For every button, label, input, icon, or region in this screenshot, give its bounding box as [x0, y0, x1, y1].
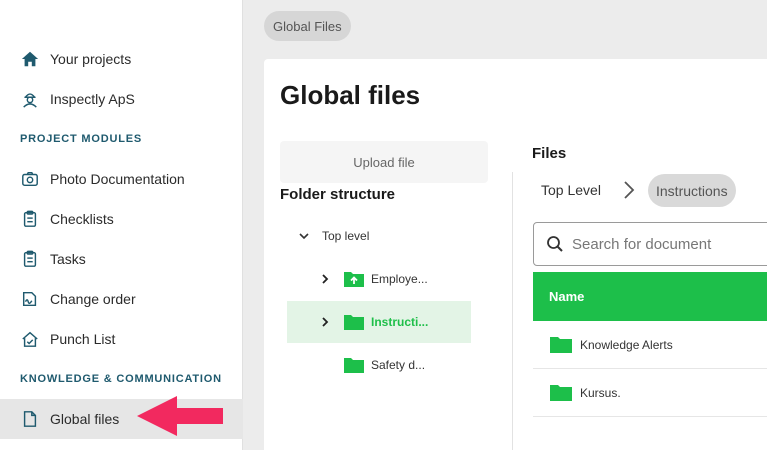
- files-breadcrumb-top-level[interactable]: Top Level: [541, 182, 601, 198]
- signature-icon: [20, 289, 40, 309]
- search-input[interactable]: [572, 235, 767, 253]
- tree-item-instructions[interactable]: Instructi...: [287, 301, 471, 343]
- pointer-arrow-icon: [137, 396, 223, 436]
- nav-label: Photo Documentation: [50, 171, 185, 187]
- nav-checklists[interactable]: Checklists: [0, 199, 243, 239]
- home-icon: [20, 49, 40, 69]
- table-header-name[interactable]: Name: [533, 272, 767, 321]
- nav-photo-documentation[interactable]: Photo Documentation: [0, 159, 243, 199]
- breadcrumb[interactable]: Global Files: [264, 11, 351, 41]
- file-name: Knowledge Alerts: [580, 337, 673, 352]
- files-breadcrumb-current[interactable]: Instructions: [648, 174, 736, 207]
- folder-icon: [343, 356, 365, 374]
- folder-icon: [549, 383, 573, 402]
- tree-item-label: Employe...: [371, 272, 428, 286]
- tree-item-label: Instructi...: [371, 315, 429, 329]
- nav-label: Your projects: [50, 51, 132, 67]
- worker-icon: [20, 89, 40, 109]
- table-row[interactable]: Knowledge Alerts: [533, 321, 767, 369]
- search-field[interactable]: [533, 222, 767, 266]
- upload-file-button[interactable]: Upload file: [280, 141, 488, 183]
- chevron-right-icon: [624, 181, 635, 199]
- table-row[interactable]: Kursus.: [533, 369, 767, 417]
- nav-tasks[interactable]: Tasks: [0, 239, 243, 279]
- nav-label: Punch List: [50, 331, 116, 347]
- tree-item-label: Safety d...: [371, 358, 426, 372]
- folder-icon: [549, 335, 573, 354]
- file-icon: [20, 409, 40, 429]
- house-check-icon: [20, 329, 40, 349]
- chevron-down-icon[interactable]: [296, 230, 312, 242]
- nav-label: Global files: [50, 411, 120, 427]
- file-name: Kursus.: [580, 385, 621, 400]
- search-icon: [547, 236, 563, 252]
- section-label-knowledge: KNOWLEDGE & COMMUNICATION: [20, 373, 222, 385]
- folder-upload-icon: [343, 270, 365, 288]
- nav-punch-list[interactable]: Punch List: [0, 319, 243, 359]
- sidebar: Your projects Inspectly ApS PROJECT MODU…: [0, 0, 243, 450]
- camera-icon: [20, 169, 40, 189]
- tree-item-safety[interactable]: Safety d...: [343, 344, 425, 386]
- column-divider: [512, 172, 513, 450]
- nav-label: Checklists: [50, 211, 114, 227]
- nav-label: Change order: [50, 291, 136, 307]
- nav-label: Inspectly ApS: [50, 91, 135, 107]
- folder-structure-heading: Folder structure: [280, 186, 396, 203]
- nav-label: Tasks: [50, 251, 86, 267]
- files-heading: Files: [532, 145, 567, 162]
- folder-icon: [343, 313, 365, 331]
- clipboard-icon: [20, 249, 40, 269]
- chevron-right-icon[interactable]: [317, 273, 333, 285]
- nav-inspectly-aps[interactable]: Inspectly ApS: [0, 79, 243, 119]
- nav-your-projects[interactable]: Your projects: [0, 39, 243, 79]
- tree-item-label: Top level: [322, 229, 370, 243]
- tree-item-employees[interactable]: Employe...: [317, 258, 428, 300]
- clipboard-icon: [20, 209, 40, 229]
- tree-item-top-level[interactable]: Top level: [296, 215, 369, 257]
- chevron-right-icon[interactable]: [317, 316, 333, 328]
- nav-change-order[interactable]: Change order: [0, 279, 243, 319]
- page-title: Global files: [280, 80, 421, 110]
- section-label-project-modules: PROJECT MODULES: [20, 133, 143, 145]
